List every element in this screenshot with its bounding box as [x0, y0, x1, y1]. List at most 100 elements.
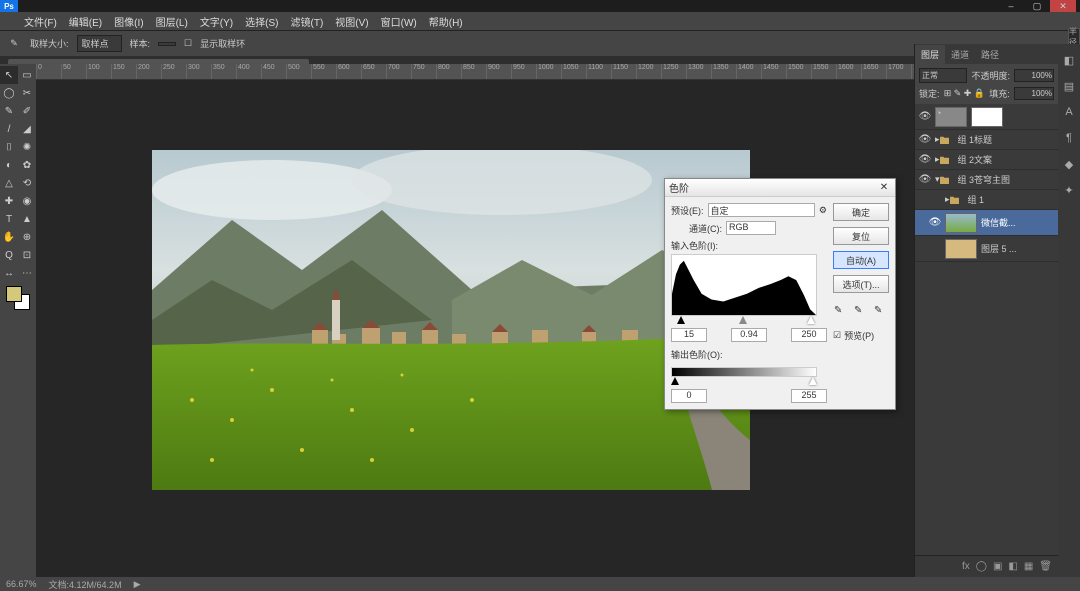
foreground-color[interactable]	[6, 286, 22, 302]
tool-button[interactable]: ⊡	[18, 246, 36, 264]
cancel-button[interactable]: 复位	[833, 227, 889, 245]
preset-gear-icon[interactable]: ⚙	[819, 205, 827, 216]
output-gradient[interactable]	[671, 367, 817, 377]
visibility-icon[interactable]: 👁	[915, 174, 935, 185]
panel-shortcut-icon[interactable]: ¶	[1061, 130, 1077, 146]
mask-icon[interactable]: ◯	[976, 561, 987, 572]
layer-row[interactable]: 图层 5 ...	[915, 236, 1058, 262]
menu-edit[interactable]: 编辑(E)	[69, 14, 102, 29]
tool-button[interactable]: ✋	[0, 228, 18, 246]
white-eyedropper-icon[interactable]: ✎	[874, 305, 888, 319]
menu-view[interactable]: 视图(V)	[335, 14, 368, 29]
menu-image[interactable]: 图像(I)	[114, 14, 143, 29]
show-ring-checkbox[interactable]: ☐	[184, 38, 192, 49]
ruler-horizontal[interactable]: 0501001502002503003504004505005506006507…	[36, 64, 914, 80]
black-eyedropper-icon[interactable]: ✎	[834, 305, 848, 319]
visibility-icon[interactable]: 👁	[915, 154, 935, 165]
input-black-field[interactable]: 15	[671, 328, 707, 342]
layer-row[interactable]: 👁 微信截...	[915, 210, 1058, 236]
ok-button[interactable]: 确定	[833, 203, 889, 221]
white-point-slider[interactable]	[807, 316, 815, 324]
fill-input[interactable]: 100%	[1014, 87, 1054, 100]
tool-button[interactable]: ↖	[0, 66, 18, 84]
input-gamma-field[interactable]: 0.94	[731, 328, 767, 342]
tool-button[interactable]: ✚	[0, 192, 18, 210]
menu-filter[interactable]: 滤镜(T)	[291, 14, 324, 29]
layers-list[interactable]: 👁 ◔ 👁 ▸ 🖿 组 1标题 👁 ▸ 🖿 组 2文案 👁 ▾ 🖿	[915, 104, 1058, 555]
menu-type[interactable]: 文字(Y)	[200, 14, 233, 29]
fx-icon[interactable]: fx	[962, 561, 970, 572]
auto-button[interactable]: 自动(A)	[833, 251, 889, 269]
opacity-input[interactable]: 100%	[1014, 69, 1054, 82]
layer-group-row[interactable]: 👁 ▸ 🖿 组 1标题	[915, 130, 1058, 150]
tool-button[interactable]: ◯	[0, 84, 18, 102]
preset-select[interactable]: 自定	[708, 203, 815, 217]
tool-button[interactable]: ◢	[18, 120, 36, 138]
output-slider[interactable]	[671, 377, 817, 387]
status-arrow-icon[interactable]: ▶	[134, 579, 141, 590]
tab-channels[interactable]: 通道	[945, 45, 975, 64]
panel-shortcut-icon[interactable]: ◆	[1061, 156, 1077, 172]
options-button[interactable]: 选项(T)...	[833, 275, 889, 293]
tool-button[interactable]: ⟲	[18, 174, 36, 192]
tool-button[interactable]: ▭	[18, 66, 36, 84]
menu-layer[interactable]: 图层(L)	[156, 14, 188, 29]
tool-button[interactable]: ⌷	[0, 138, 18, 156]
layer-group-row[interactable]: 👁 ▾ 🖿 组 3苍穹主图	[915, 170, 1058, 190]
zoom-level[interactable]: 66.67%	[6, 579, 37, 589]
tool-button[interactable]: ⊕	[18, 228, 36, 246]
channel-select[interactable]: RGB	[726, 221, 776, 235]
visibility-icon[interactable]: 👁	[915, 111, 935, 122]
current-tool-icon[interactable]: ✎	[6, 36, 22, 52]
panel-shortcut-icon[interactable]: A	[1061, 104, 1077, 120]
tool-button[interactable]: ✎	[0, 102, 18, 120]
menu-select[interactable]: 选择(S)	[245, 14, 278, 29]
panel-shortcut-icon[interactable]: ✦	[1061, 182, 1077, 198]
menu-file[interactable]: 文件(F)	[24, 14, 57, 29]
layer-group-row[interactable]: ▸ 🖿 组 1	[915, 190, 1058, 210]
tool-button[interactable]: T	[0, 210, 18, 228]
layer-group-row[interactable]: 👁 ▸ 🖿 组 2文案	[915, 150, 1058, 170]
output-black-slider[interactable]	[671, 377, 679, 385]
trash-icon[interactable]: 🗑	[1039, 561, 1052, 572]
group-icon[interactable]: ◧	[1008, 561, 1017, 572]
output-white-slider[interactable]	[809, 377, 817, 385]
gamma-slider[interactable]	[739, 316, 747, 324]
tool-button[interactable]: Q	[0, 246, 18, 264]
output-black-field[interactable]: 0	[671, 389, 707, 403]
panel-shortcut-icon[interactable]: ◧	[1061, 52, 1077, 68]
tool-button[interactable]: ✂	[18, 84, 36, 102]
tool-button[interactable]: ✐	[18, 102, 36, 120]
tool-button[interactable]: ✺	[18, 138, 36, 156]
tab-layers[interactable]: 图层	[915, 45, 945, 64]
panel-shortcut-icon[interactable]: ▤	[1061, 78, 1077, 94]
doc-info[interactable]: 文档:4.12M/64.2M	[49, 578, 122, 591]
lock-icons[interactable]: ⊞ ✎ ✚ 🔒	[944, 88, 985, 99]
document-canvas[interactable]	[152, 150, 750, 490]
tool-button[interactable]: ▲	[18, 210, 36, 228]
tool-button[interactable]: ↔	[0, 264, 18, 282]
gray-eyedropper-icon[interactable]: ✎	[854, 305, 868, 319]
tool-button[interactable]: /	[0, 120, 18, 138]
tool-button[interactable]: ◉	[18, 192, 36, 210]
tool-button[interactable]: ✿	[18, 156, 36, 174]
input-slider[interactable]	[671, 316, 817, 326]
adjustment-layer-row[interactable]: 👁 ◔	[915, 104, 1058, 130]
dialog-close-icon[interactable]: ✕	[877, 182, 891, 193]
sample-size-select[interactable]: 取样点	[77, 35, 122, 52]
new-layer-icon[interactable]: ▦	[1024, 561, 1033, 572]
preview-checkbox[interactable]: ☑	[833, 330, 841, 341]
levels-dialog[interactable]: 色阶 ✕ 预设(E): 自定 ⚙ 通道(C): RGB 输入色阶(I):	[664, 178, 896, 410]
minimize-button[interactable]: –	[998, 0, 1024, 12]
tool-button[interactable]: ⋯	[18, 264, 36, 282]
tool-button[interactable]: △	[0, 174, 18, 192]
dialog-titlebar[interactable]: 色阶 ✕	[665, 179, 895, 197]
color-swatches[interactable]	[6, 286, 30, 310]
menu-window[interactable]: 窗口(W)	[381, 14, 417, 29]
visibility-icon[interactable]: 👁	[915, 134, 935, 145]
black-point-slider[interactable]	[677, 316, 685, 324]
tool-button[interactable]: ◐	[0, 156, 18, 174]
input-white-field[interactable]: 250	[791, 328, 827, 342]
tab-paths[interactable]: 路径	[975, 45, 1005, 64]
close-button[interactable]: ✕	[1050, 0, 1076, 12]
